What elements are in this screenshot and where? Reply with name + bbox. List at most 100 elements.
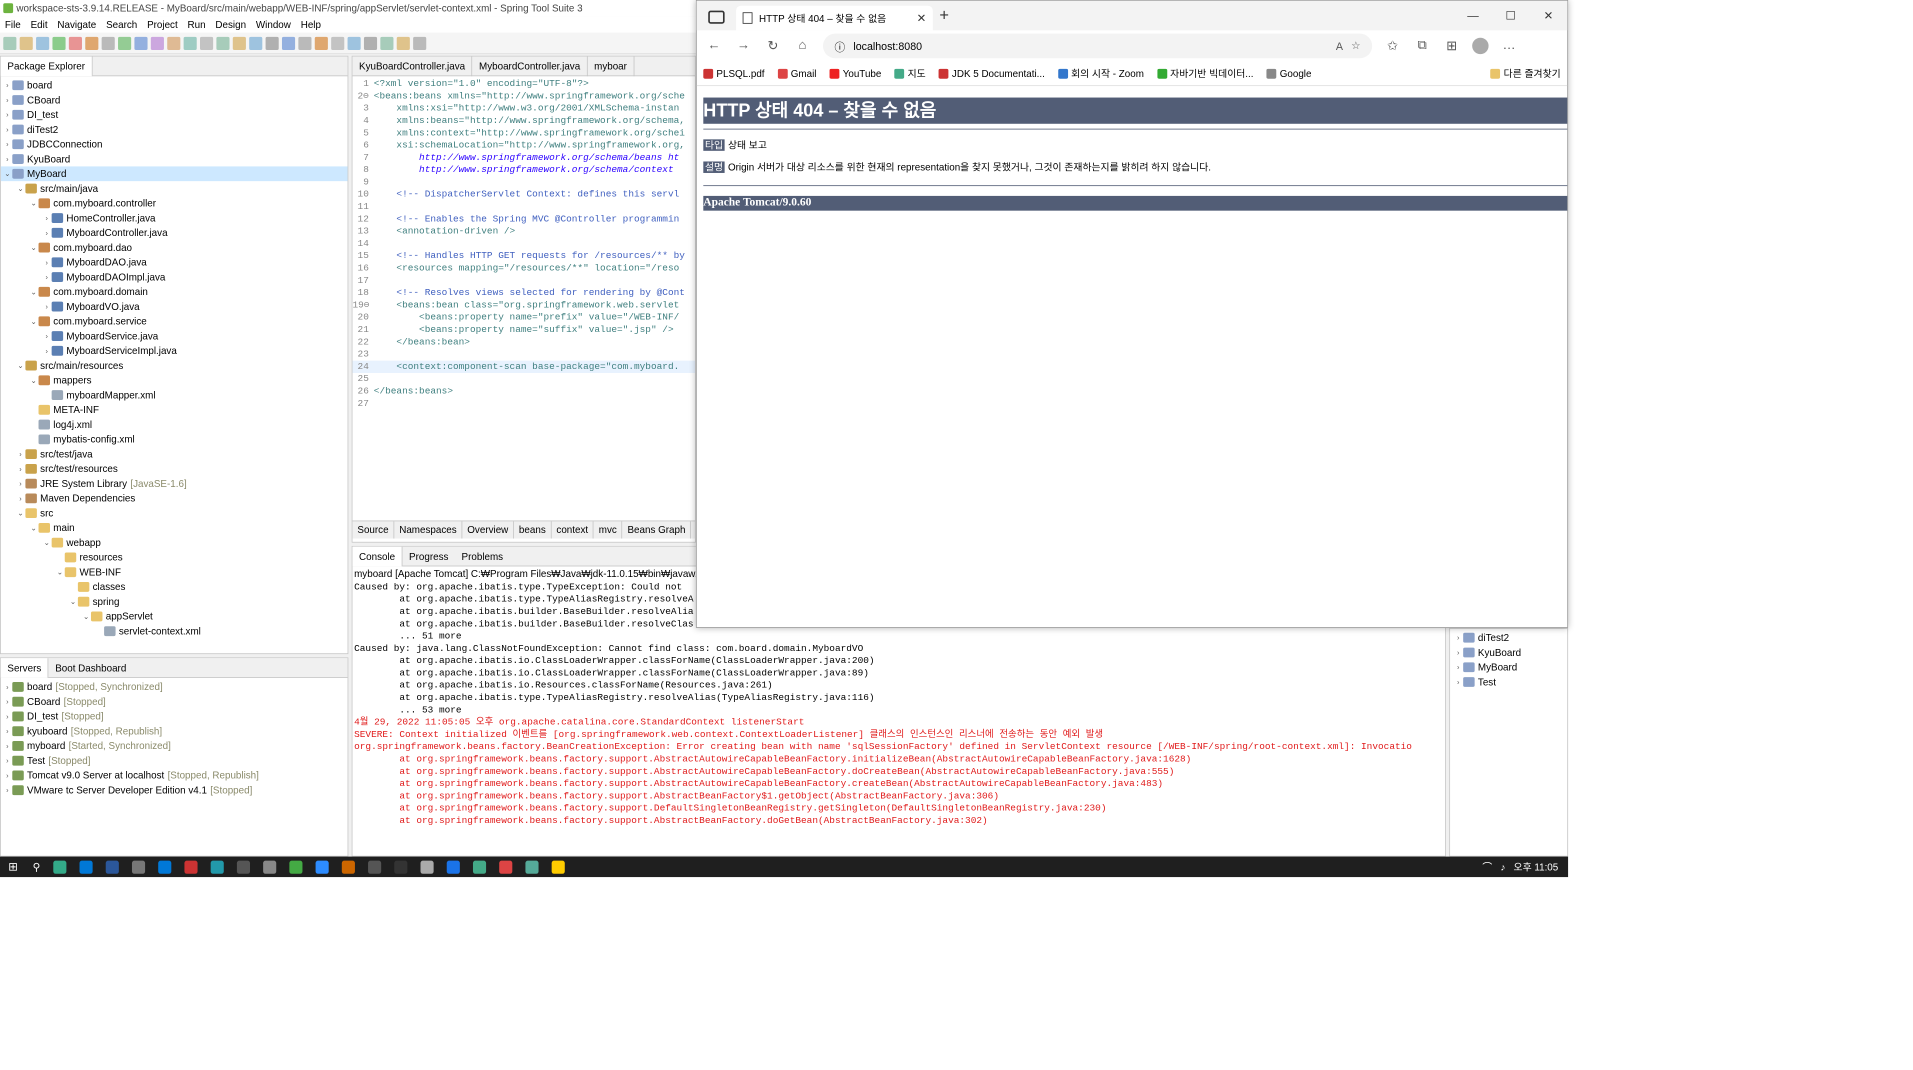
- taskbar-app-icon[interactable]: [79, 860, 93, 874]
- menu-project[interactable]: Project: [142, 19, 182, 30]
- clock[interactable]: 오후 11:05: [1514, 860, 1559, 874]
- toolbar-tool-icon[interactable]: [265, 36, 279, 50]
- address-bar[interactable]: ⓘ localhost:8080 A ☆: [822, 33, 1373, 59]
- taskbar-app-icon[interactable]: [158, 860, 172, 874]
- refresh-icon[interactable]: ↻: [764, 38, 782, 54]
- tree-item[interactable]: myboardMapper.xml: [1, 388, 348, 403]
- taskbar-app-icon[interactable]: [368, 860, 382, 874]
- code-line[interactable]: 12 <!-- Enables the Spring MVC @Controll…: [352, 213, 695, 225]
- tree-item[interactable]: ⌄ appServlet: [1, 609, 348, 624]
- taskbar-app-icon[interactable]: [263, 860, 277, 874]
- menu-edit[interactable]: Edit: [26, 19, 53, 30]
- tree-item[interactable]: › MyboardServiceImpl.java: [1, 343, 348, 358]
- toolbar-tool-icon[interactable]: [232, 36, 246, 50]
- code-line[interactable]: 22 </beans:bean>: [352, 336, 695, 348]
- taskbar-app-icon[interactable]: [289, 860, 303, 874]
- tree-item[interactable]: ⌄ WEB-INF: [1, 565, 348, 580]
- toolbar-tool-icon[interactable]: [216, 36, 230, 50]
- tree-item[interactable]: META-INF: [1, 402, 348, 417]
- expand-toggle-icon[interactable]: ›: [16, 491, 26, 506]
- expand-toggle-icon[interactable]: ›: [42, 270, 52, 285]
- editor-page-tab[interactable]: Source: [352, 521, 395, 539]
- toolbar-tool-icon[interactable]: [118, 36, 132, 50]
- expand-toggle-icon[interactable]: ›: [2, 753, 12, 768]
- expand-toggle-icon[interactable]: ⌄: [81, 609, 91, 624]
- tree-item[interactable]: › board: [1, 78, 348, 93]
- info-icon[interactable]: ⓘ: [834, 38, 845, 54]
- expand-toggle-icon[interactable]: ⌄: [29, 240, 39, 255]
- code-line[interactable]: 7 http://www.springframework.org/schema/…: [352, 152, 695, 164]
- toolbar-tool-icon[interactable]: [281, 36, 296, 50]
- expand-toggle-icon[interactable]: ›: [2, 78, 12, 93]
- tree-item[interactable]: › JRE System Library [JavaSE-1.6]: [1, 476, 348, 491]
- code-line[interactable]: 5 xmlns:context="http://www.springframew…: [352, 127, 695, 139]
- tree-item[interactable]: › MyboardDAOImpl.java: [1, 270, 348, 285]
- tree-item[interactable]: › src/test/java: [1, 447, 348, 462]
- tree-item[interactable]: log4j.xml: [1, 417, 348, 432]
- editor-tab[interactable]: KyuBoardController.java: [352, 56, 473, 76]
- outline-item[interactable]: › MyBoard: [1450, 660, 1567, 675]
- code-line[interactable]: 2⊖ <beans:beans xmlns="http://www.springf…: [352, 90, 695, 102]
- expand-toggle-icon[interactable]: ⌄: [29, 521, 39, 536]
- tree-item[interactable]: ⌄ src: [1, 506, 348, 521]
- expand-toggle-icon[interactable]: ⌄: [29, 284, 39, 299]
- expand-toggle-icon[interactable]: ›: [16, 447, 26, 462]
- tree-item[interactable]: › KyuBoard: [1, 152, 348, 167]
- taskbar-app-icon[interactable]: [237, 860, 251, 874]
- outline-item[interactable]: › Test: [1450, 675, 1567, 690]
- code-line[interactable]: 26 </beans:beans>: [352, 385, 695, 397]
- start-icon[interactable]: ⊞: [8, 860, 18, 874]
- tree-item[interactable]: › src/test/resources: [1, 461, 348, 476]
- tab-actions-icon[interactable]: [708, 10, 725, 24]
- expand-toggle-icon[interactable]: ›: [1453, 660, 1463, 675]
- favorite-link[interactable]: YouTube: [829, 68, 881, 79]
- toolbar-tool-icon[interactable]: [167, 36, 181, 50]
- server-item[interactable]: › Tomcat v9.0 Server at localhost [Stopped…: [1, 768, 348, 783]
- tree-item[interactable]: ⌄ MyBoard: [0, 166, 348, 182]
- expand-toggle-icon[interactable]: ›: [2, 122, 12, 137]
- tab-servers[interactable]: Servers: [0, 657, 49, 678]
- tree-item[interactable]: ⌄ com.myboard.service: [1, 314, 348, 329]
- collections-icon[interactable]: ⧉: [1413, 39, 1431, 54]
- code-line[interactable]: 8 http://www.springframework.org/schema/…: [352, 164, 695, 176]
- toolbar-tool-icon[interactable]: [396, 36, 410, 50]
- read-aloud-icon[interactable]: A: [1336, 40, 1343, 52]
- expand-toggle-icon[interactable]: ›: [1453, 645, 1463, 660]
- toolbar-tool-icon[interactable]: [19, 36, 33, 50]
- menu-help[interactable]: Help: [296, 19, 326, 30]
- tree-item[interactable]: › CBoard: [1, 93, 348, 108]
- expand-toggle-icon[interactable]: ›: [16, 461, 26, 476]
- toolbar-tool-icon[interactable]: [183, 36, 197, 50]
- taskbar-app-icon[interactable]: [105, 860, 120, 874]
- forward-icon[interactable]: →: [734, 39, 752, 54]
- tree-item[interactable]: ⌄ main: [1, 521, 348, 536]
- taskbar-app-icon[interactable]: [473, 860, 487, 874]
- toolbar-tool-icon[interactable]: [150, 36, 164, 50]
- menu-window[interactable]: Window: [251, 19, 296, 30]
- home-icon[interactable]: ⌂: [793, 39, 811, 54]
- menu-file[interactable]: File: [0, 19, 26, 30]
- expand-toggle-icon[interactable]: ›: [1453, 630, 1463, 645]
- expand-toggle-icon[interactable]: ›: [2, 680, 12, 695]
- toolbar-tool-icon[interactable]: [85, 36, 99, 50]
- code-line[interactable]: 11: [352, 201, 695, 213]
- toolbar-tool-icon[interactable]: [249, 36, 263, 50]
- favorite-link[interactable]: 회의 시작 - Zoom: [1057, 66, 1144, 80]
- menu-search[interactable]: Search: [101, 19, 142, 30]
- maximize-icon[interactable]: ☐: [1492, 9, 1530, 23]
- expand-toggle-icon[interactable]: ›: [16, 476, 26, 491]
- tab-problems[interactable]: Problems: [455, 546, 510, 566]
- expand-toggle-icon[interactable]: ›: [2, 739, 12, 754]
- code-line[interactable]: 20 <beans:property name="prefix" value="…: [352, 311, 695, 323]
- tree-item[interactable]: › MyboardService.java: [1, 329, 348, 344]
- toolbar-tool-icon[interactable]: [347, 36, 361, 50]
- tree-item[interactable]: › MyboardVO.java: [1, 299, 348, 314]
- outline-item[interactable]: › KyuBoard: [1450, 645, 1567, 660]
- editor-page-tab[interactable]: context: [551, 521, 594, 539]
- tab-package-explorer[interactable]: Package Explorer: [0, 56, 93, 76]
- editor-page-tab[interactable]: Beans Graph: [623, 521, 692, 539]
- code-line[interactable]: 3 xmlns:xsi="http://www.w3.org/2001/XMLS…: [352, 102, 695, 114]
- outline-item[interactable]: › diTest2: [1450, 630, 1567, 645]
- code-line[interactable]: 1 <?xml version="1.0" encoding="UTF-8"?>: [352, 78, 695, 90]
- favorites-icon[interactable]: ✩: [1384, 38, 1402, 54]
